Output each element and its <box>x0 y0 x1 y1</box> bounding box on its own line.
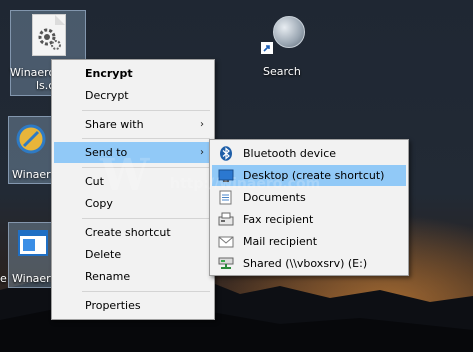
menu-separator <box>82 291 210 292</box>
menu-item-cut[interactable]: Cut <box>54 171 212 192</box>
submenu-item-label: Fax recipient <box>243 213 314 226</box>
menu-item-decrypt[interactable]: Decrypt <box>54 85 212 106</box>
menu-item-properties[interactable]: Properties <box>54 295 212 316</box>
desktop-icon-label: Winaero <box>10 66 56 79</box>
search-icon <box>273 16 305 48</box>
settings-file-icon <box>32 14 66 56</box>
menu-separator <box>82 218 210 219</box>
bluetooth-icon <box>220 146 232 161</box>
submenu-arrow-icon: › <box>200 147 204 158</box>
submenu-item-label: Bluetooth device <box>243 147 337 160</box>
desktop-icon-label: Search <box>263 65 301 78</box>
shortcut-arrow-icon <box>261 42 273 54</box>
submenu-item-mail[interactable]: Mail recipient <box>212 231 406 252</box>
menu-separator <box>82 167 210 168</box>
fax-icon <box>218 212 234 226</box>
send-to-submenu: Bluetooth device Desktop (create shortcu… <box>209 139 409 276</box>
submenu-item-desktop-shortcut[interactable]: Desktop (create shortcut) <box>212 165 406 186</box>
menu-item-create-shortcut[interactable]: Create shortcut <box>54 222 212 243</box>
submenu-item-label: Documents <box>243 191 306 204</box>
submenu-item-label: Mail recipient <box>243 235 318 248</box>
app-globe-icon <box>16 124 46 154</box>
menu-item-rename[interactable]: Rename <box>54 266 212 287</box>
desktop-icon <box>218 169 234 182</box>
menu-item-send-to[interactable]: Send to › <box>54 142 212 163</box>
submenu-arrow-icon: › <box>200 119 204 130</box>
submenu-item-label: Shared (\\vboxsrv) (E:) <box>243 257 368 270</box>
menu-item-encrypt[interactable]: Encrypt <box>54 63 212 84</box>
submenu-item-documents[interactable]: Documents <box>212 187 406 208</box>
menu-separator <box>82 138 210 139</box>
menu-separator <box>82 110 210 111</box>
submenu-item-bluetooth[interactable]: Bluetooth device <box>212 143 406 164</box>
context-menu: Encrypt Decrypt Share with › Send to › C… <box>51 59 215 320</box>
mail-icon <box>218 236 234 248</box>
window-app-icon <box>18 230 48 256</box>
menu-item-delete[interactable]: Delete <box>54 244 212 265</box>
documents-icon <box>219 190 232 205</box>
desktop-icon-label-prefix: e <box>0 272 7 285</box>
network-drive-icon <box>218 257 234 269</box>
menu-item-share-with[interactable]: Share with › <box>54 114 212 135</box>
menu-item-label: Share with <box>85 118 144 131</box>
submenu-item-fax[interactable]: Fax recipient <box>212 209 406 230</box>
menu-item-copy[interactable]: Copy <box>54 193 212 214</box>
menu-item-label: Send to <box>85 146 128 159</box>
submenu-item-label: Desktop (create shortcut) <box>243 169 385 182</box>
submenu-item-shared-drive[interactable]: Shared (\\vboxsrv) (E:) <box>212 253 406 274</box>
